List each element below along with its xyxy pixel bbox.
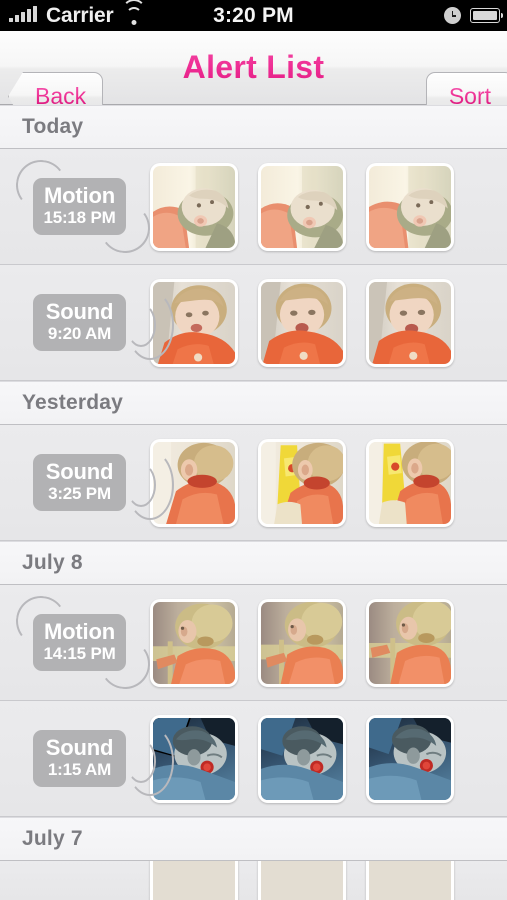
battery-icon [470,8,504,23]
alert-type-label: Motion [44,619,115,644]
navigation-bar: Back Alert List Sort [0,31,507,121]
alert-thumbnail[interactable] [258,278,346,367]
alert-thumbnail[interactable] [150,162,238,251]
thumbnail-image-sleeping-baby-pacifier-daylight [261,165,343,248]
alert-thumbnail[interactable] [150,598,238,687]
section-header-july-7: July 7 [0,817,507,861]
section-header-july-8: July 8 [0,541,507,585]
thumbnail-image-baby-back-view-yellow-toy [261,441,343,524]
thumbnail-image-toddler-profile-crib-rail [153,601,235,684]
thumbnail-strip [150,278,454,367]
alert-time-label: 14:15 PM [43,644,116,663]
alert-thumbnail[interactable] [366,278,454,367]
alert-thumbnail[interactable] [366,598,454,687]
thumbnail-image-toddler-profile-crib-rail [369,601,451,684]
sound-wave-icon [126,725,174,796]
alert-thumbnail[interactable] [258,438,346,527]
thumbnail-image-sleeping-baby-pacifier-daylight [153,165,235,248]
thumbnail-image-toddler-profile-crib-rail [261,601,343,684]
alert-badge-area: Motion 14:15 PM [0,585,154,701]
thumbnail-strip [150,714,454,803]
alert-row[interactable]: Motion 15:18 PM [0,149,507,265]
sound-wave-icon [126,289,174,360]
status-bar: Carrier 3:20 PM [0,0,507,31]
alert-time-label: 9:20 AM [47,324,112,343]
thumbnail-strip [150,861,454,900]
alarm-clock-icon [444,7,461,24]
thumbnail-strip [150,438,454,527]
alert-thumbnail[interactable] [258,714,346,803]
status-bar-left: Carrier [0,0,147,31]
thumbnail-image-sleeping-baby-night-vision-blue [369,717,451,800]
alert-badge: Motion 14:15 PM [33,613,126,671]
thumbnail-image-toddler-orange-shirt-crying [261,281,343,364]
thumbnail-strip [150,162,454,251]
alert-type-label: Sound [45,299,114,324]
alert-row[interactable] [0,861,507,900]
alert-badge: Sound 9:20 AM [33,293,126,351]
alert-badge: Sound 1:15 AM [33,729,126,787]
alert-thumbnail[interactable] [258,598,346,687]
alert-thumbnail[interactable] [366,714,454,803]
alert-thumbnail[interactable] [366,861,454,900]
alert-list[interactable]: Today Motion 15:18 PM Sound 9:20 AM Yest… [0,105,507,900]
thumbnail-image-sleeping-baby-pacifier-daylight [369,165,451,248]
alert-badge-area [0,861,150,900]
alert-thumbnail[interactable] [366,438,454,527]
alert-time-label: 3:25 PM [48,484,111,503]
alert-thumbnail[interactable] [258,162,346,251]
app-window: Carrier 3:20 PM Back Alert List Sort Tod… [0,0,507,900]
thumbnail-image-partial [153,861,235,900]
thumbnail-image-partial [369,861,451,900]
section-header-today: Today [0,105,507,149]
thumbnail-image-toddler-orange-shirt-crying [369,281,451,364]
sound-wave-icon [126,449,174,520]
alert-row[interactable]: Motion 14:15 PM [0,585,507,701]
alert-badge-area: Sound 3:25 PM [0,425,174,541]
alert-badge: Motion 15:18 PM [33,177,126,235]
alert-badge: Sound 3:25 PM [33,453,126,511]
carrier-label: Carrier [46,4,114,27]
alert-badge-area: Motion 15:18 PM [0,149,154,265]
alert-time-label: 1:15 AM [47,760,112,779]
alert-type-label: Sound [45,459,114,484]
signal-bars-icon [9,0,37,31]
alert-row[interactable]: Sound 1:15 AM [0,701,507,817]
alert-badge-area: Sound 9:20 AM [0,265,174,381]
alert-type-label: Motion [44,183,115,208]
section-header-yesterday: Yesterday [0,381,507,425]
wifi-icon [122,0,147,31]
status-bar-right [444,0,504,31]
thumbnail-strip [150,598,454,687]
alert-badge-area: Sound 1:15 AM [0,701,174,817]
alert-row[interactable]: Sound 3:25 PM [0,425,507,541]
alert-type-label: Sound [45,735,114,760]
thumbnail-image-sleeping-baby-night-vision-blue [261,717,343,800]
alert-thumbnail[interactable] [150,861,238,900]
alert-thumbnail[interactable] [366,162,454,251]
alert-row[interactable]: Sound 9:20 AM [0,265,507,381]
alert-thumbnail[interactable] [258,861,346,900]
thumbnail-image-baby-back-view-yellow-toy [369,441,451,524]
alert-time-label: 15:18 PM [43,208,116,227]
thumbnail-image-partial [261,861,343,900]
